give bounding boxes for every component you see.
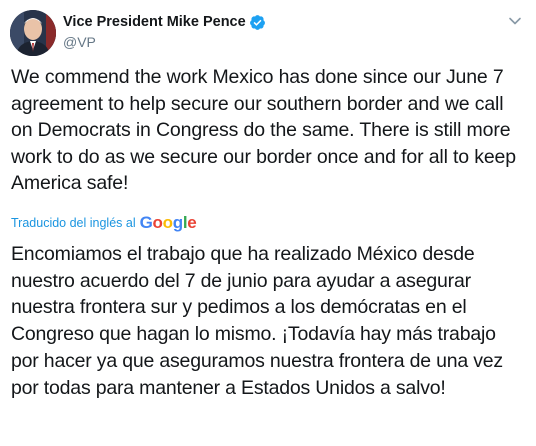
translated-from-link[interactable]: Traducido del inglés al <box>11 215 136 231</box>
chevron-down-icon[interactable] <box>508 14 522 28</box>
avatar[interactable] <box>10 10 56 56</box>
translated-tweet-text: Encomiamos el trabajo que ha realizado M… <box>11 243 503 399</box>
author-name-row[interactable]: Vice President Mike Pence <box>63 13 266 31</box>
tweet-text: We commend the work Mexico has done sinc… <box>11 66 516 194</box>
translation-attribution: Traducido del inglés al Google <box>11 213 197 232</box>
author-handle[interactable]: @VP <box>63 33 96 51</box>
verified-badge-icon <box>249 14 266 31</box>
author-display-name[interactable]: Vice President Mike Pence <box>63 13 246 31</box>
google-logo: Google <box>139 213 197 232</box>
tweet-card: Vice President Mike Pence @VP We commend… <box>0 0 536 446</box>
